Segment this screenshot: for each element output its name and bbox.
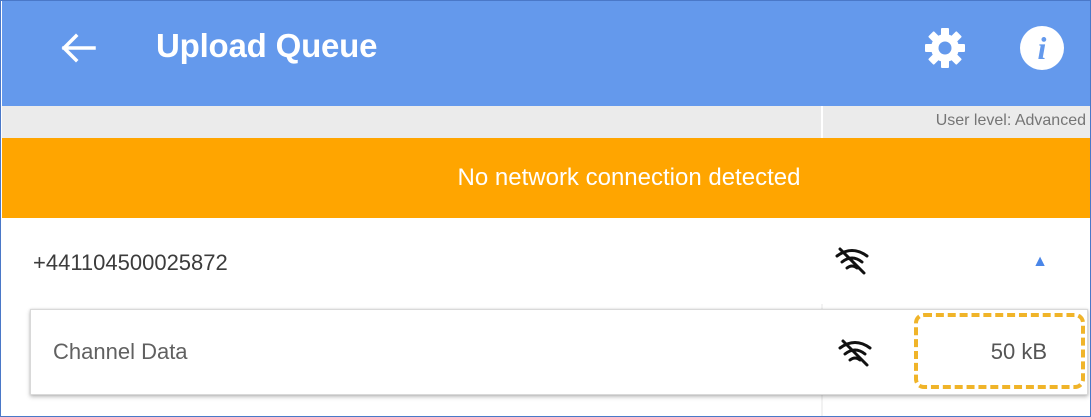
page-title: Upload Queue	[156, 27, 378, 64]
triangle-up-icon: ▲	[1032, 253, 1048, 270]
collapse-toggle-button[interactable]: ▲	[1030, 252, 1050, 272]
column-divider	[821, 106, 823, 138]
app-window: Upload Queue i User level: Advanced No n…	[0, 0, 1091, 417]
app-bar: Upload Queue i	[2, 1, 1090, 106]
queue-group-row[interactable]: +441104500025872 ▲	[2, 218, 1090, 304]
no-wifi-icon	[835, 247, 869, 275]
settings-button[interactable]	[918, 21, 972, 75]
back-button[interactable]	[50, 23, 106, 73]
no-wifi-icon	[838, 339, 872, 367]
arrow-left-icon	[61, 33, 96, 63]
user-level-bar: User level: Advanced	[2, 106, 1090, 138]
device-id: +441104500025872	[33, 250, 228, 275]
queue-item-label: Channel Data	[53, 339, 188, 364]
gear-icon	[925, 28, 965, 68]
queue-item-card[interactable]: Channel Data 50 kB	[30, 309, 1088, 395]
info-icon-glyph: i	[1037, 30, 1047, 66]
info-icon: i	[1020, 26, 1064, 70]
banner-message: No network connection detected	[457, 164, 801, 191]
queue-item-size: 50 kB	[990, 339, 1047, 364]
user-level-label: User level: Advanced	[935, 112, 1086, 129]
info-button[interactable]: i	[1017, 23, 1067, 73]
network-warning-banner: No network connection detected	[2, 138, 1090, 218]
